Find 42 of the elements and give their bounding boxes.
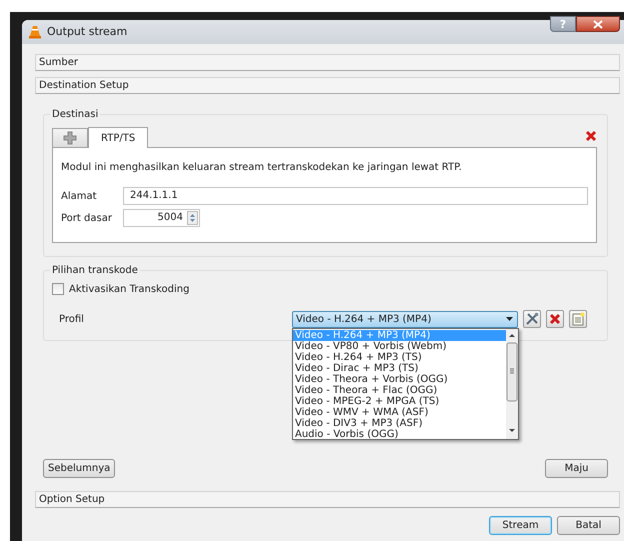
back-button[interactable]: Sebelumnya [43, 459, 116, 478]
add-tab[interactable] [52, 128, 88, 147]
field-label: Port dasar [61, 212, 113, 226]
checkbox[interactable] [52, 283, 64, 295]
tab[interactable]: RTP/TS [88, 127, 148, 148]
checkbox-label: Aktivasikan Transkoding [69, 282, 190, 296]
address-field[interactable]: 244.1.1.1 [123, 187, 588, 205]
window-title: Output stream [47, 24, 128, 40]
dialog-button[interactable]: Stream [489, 516, 552, 535]
profile-dropdown[interactable]: Video - H.264 + MP3 (MP4) [292, 310, 518, 328]
close-icon [593, 20, 603, 28]
field-label: Alamat [61, 190, 98, 204]
section-header[interactable]: Destination Setup [35, 77, 620, 94]
delete-icon [549, 313, 561, 325]
dropdown-option[interactable]: Video - H.264 + MP3 (TS) [293, 352, 506, 362]
dropdown-option[interactable]: Video - VP80 + Vorbis (Webm) [293, 340, 506, 352]
next-button[interactable]: Maju [545, 459, 608, 478]
section-header[interactable]: Sumber [35, 54, 620, 71]
dropdown-option[interactable]: Audio - Vorbis (OGG) [293, 428, 506, 440]
plus-icon [63, 131, 77, 145]
caret-icon [506, 317, 513, 321]
cone-icon [28, 25, 42, 39]
dropdown-option[interactable]: Video - WMV + WMA (ASF) [293, 406, 506, 418]
dropdown-option[interactable]: Video - Theora + Vorbis (OGG) [293, 374, 506, 384]
dialog-button[interactable]: Batal [557, 516, 620, 535]
dropdown-option[interactable]: Video - DIV3 + MP3 (ASF) [293, 418, 506, 428]
remove-icon[interactable] [585, 129, 597, 144]
spin-arrows-icon[interactable] [187, 211, 198, 225]
description-text: Modul ini menghasilkan keluaran stream tertranskodekan ke jaringan lewat RTP. [61, 161, 463, 175]
dropdown-option[interactable]: Video - Dirac + MP3 (TS) [293, 362, 506, 374]
delete-profile-button[interactable] [546, 310, 564, 328]
tools-icon [525, 312, 539, 326]
dropdown-option[interactable]: Video - MPEG-2 + MPGA (TS) [293, 396, 506, 406]
field-label: Profil [58, 312, 85, 326]
dropdown-option[interactable]: Video - Theora + Flac (OGG) [293, 384, 506, 396]
document-icon [571, 312, 585, 326]
scrollbar[interactable] [506, 328, 518, 438]
edit-profile-button[interactable] [523, 310, 541, 328]
section-header[interactable]: Option Setup [35, 491, 620, 508]
new-profile-button[interactable] [569, 310, 587, 328]
close-button[interactable] [576, 16, 620, 32]
spin-field[interactable]: 5004 [123, 209, 200, 227]
